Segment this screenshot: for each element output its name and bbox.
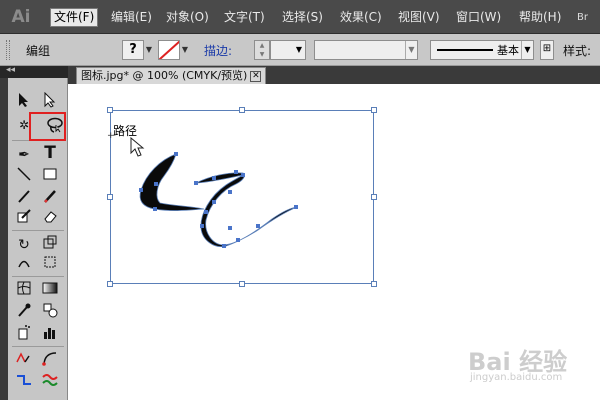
- anchor-point: [222, 244, 226, 248]
- anchor-point: [153, 207, 157, 211]
- anchor-point: [228, 226, 232, 230]
- watermark-url: jingyan.baidu.com: [470, 372, 563, 383]
- anchor-point: [154, 182, 158, 186]
- anchor-point: [204, 210, 208, 214]
- anchor-point: [194, 181, 198, 185]
- illustrator-window: Ai 文件(F) 编辑(E) 对象(O) 文字(T) 选择(S) 效果(C) 视…: [0, 0, 600, 400]
- anchor-point: [228, 190, 232, 194]
- crosshair-icon: +: [107, 131, 115, 141]
- anchor-points: [139, 152, 298, 248]
- anchor-point: [294, 205, 298, 209]
- anchor-point: [212, 176, 216, 180]
- anchor-point: [212, 200, 216, 204]
- anchor-point: [236, 238, 240, 242]
- anchor-point: [241, 173, 245, 177]
- mouse-cursor-icon: [130, 137, 145, 157]
- anchor-point: [256, 224, 260, 228]
- anchor-point: [174, 152, 178, 156]
- anchor-point: [200, 224, 204, 228]
- anchor-point: [234, 170, 238, 174]
- anchor-point: [139, 188, 143, 192]
